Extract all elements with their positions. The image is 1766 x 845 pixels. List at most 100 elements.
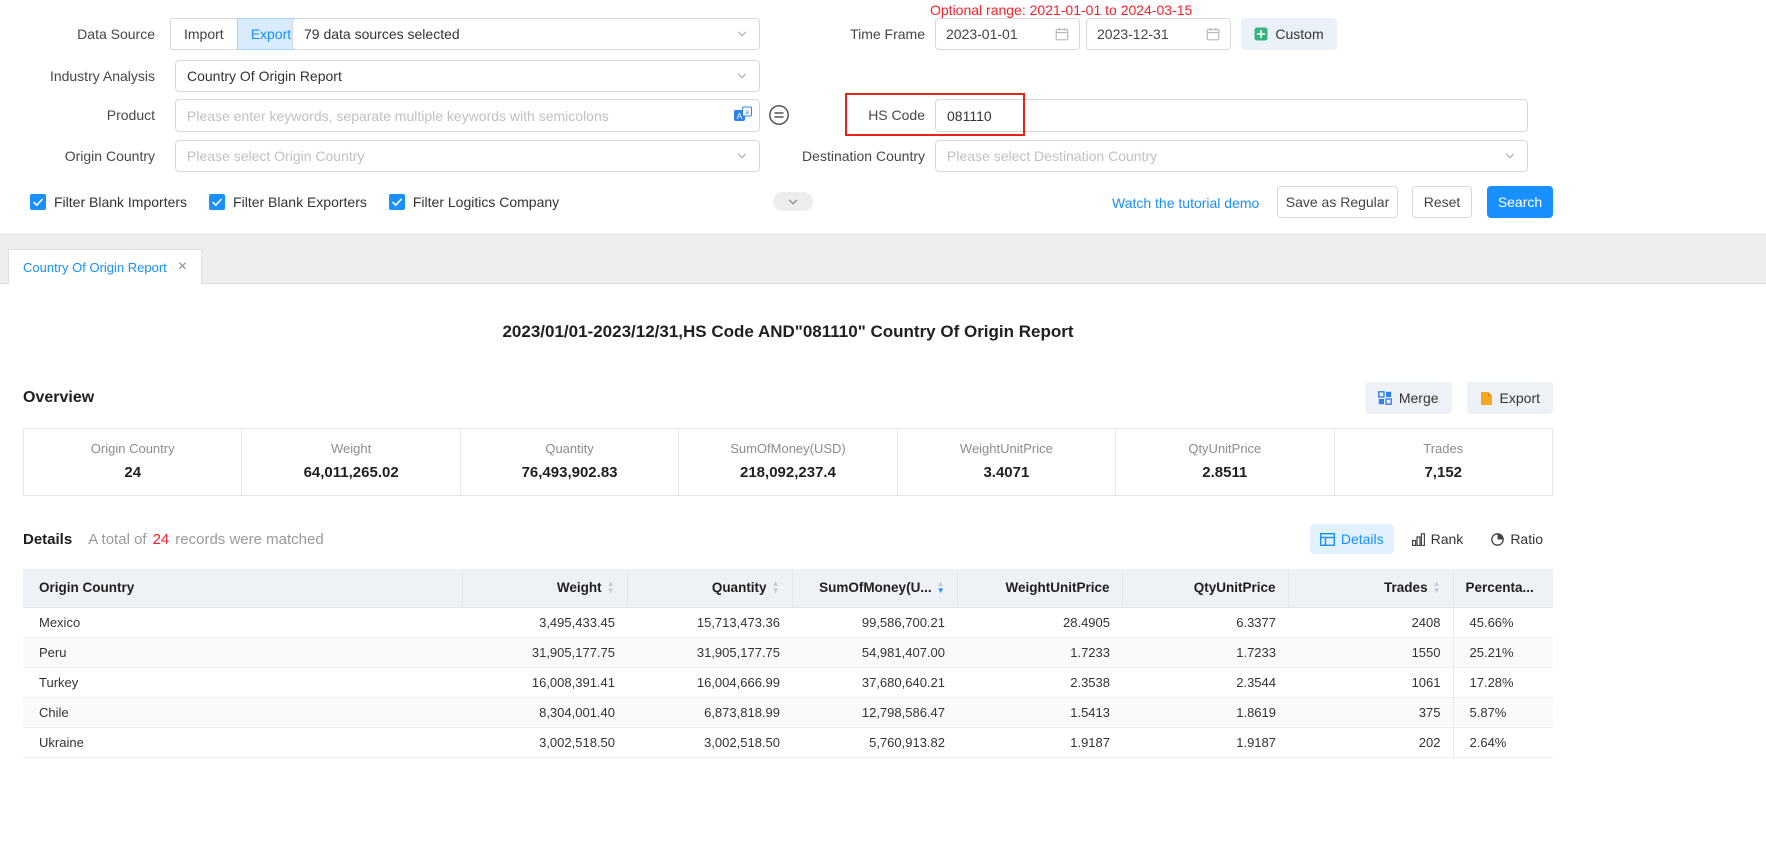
start-date-value: 2023-01-01: [946, 26, 1018, 42]
table-row[interactable]: Ukraine3,002,518.503,002,518.505,760,913…: [23, 727, 1553, 757]
save-as-regular-button[interactable]: Save as Regular: [1277, 186, 1398, 218]
calendar-icon: [1206, 27, 1220, 41]
cell-qty_unit_price: 2.3544: [1122, 667, 1288, 697]
column-header-quantity[interactable]: Quantity▲▼: [627, 569, 792, 607]
end-date-input[interactable]: 2023-12-31: [1086, 18, 1231, 50]
product-keywords-input[interactable]: [175, 99, 760, 132]
select-placeholder: Please select Destination Country: [947, 148, 1157, 164]
overview-stat-weightunitprice: WeightUnitPrice3.4071: [898, 429, 1116, 495]
overview-stat-trades: Trades7,152: [1335, 429, 1552, 495]
translate-icon[interactable]: Aa: [733, 105, 753, 125]
custom-range-button[interactable]: Custom: [1241, 18, 1337, 50]
rank-icon: [1412, 533, 1425, 546]
sort-icon[interactable]: ▲▼: [772, 580, 780, 595]
sort-icon[interactable]: ▲▼: [937, 580, 945, 595]
cell-percentage: 2.64%: [1453, 727, 1553, 757]
cell-origin_country: Ukraine: [23, 727, 462, 757]
ratio-icon: [1491, 533, 1504, 546]
table-row[interactable]: Peru31,905,177.7531,905,177.7554,981,407…: [23, 637, 1553, 667]
import-toggle-button[interactable]: Import: [170, 18, 237, 50]
cell-qty_unit_price: 1.7233: [1122, 637, 1288, 667]
cell-origin_country: Chile: [23, 697, 462, 727]
overview-stat-weight: Weight64,011,265.02: [242, 429, 460, 495]
cell-weight_unit_price: 1.5413: [957, 697, 1122, 727]
column-header-trades[interactable]: Trades▲▼: [1288, 569, 1453, 607]
table-body: Mexico3,495,433.4515,713,473.3699,586,70…: [23, 607, 1553, 757]
cell-sum_of_money: 37,680,640.21: [792, 667, 957, 697]
cell-trades: 2408: [1288, 607, 1453, 637]
report-content: 2023/01/01-2023/12/31,HS Code AND"081110…: [23, 322, 1553, 758]
merge-button[interactable]: Merge: [1365, 382, 1452, 414]
cell-percentage: 17.28%: [1453, 667, 1553, 697]
sort-icon[interactable]: ▲▼: [1433, 580, 1441, 595]
cell-trades: 375: [1288, 697, 1453, 727]
cell-sum_of_money: 99,586,700.21: [792, 607, 957, 637]
reset-button[interactable]: Reset: [1412, 186, 1472, 218]
column-header-origin_country: Origin Country: [23, 569, 462, 607]
data-source-label: Data Source: [0, 18, 155, 50]
column-header-weight_unit_price: WeightUnitPrice: [957, 569, 1122, 607]
search-button[interactable]: Search: [1487, 186, 1553, 218]
cell-weight: 8,304,001.40: [462, 697, 627, 727]
column-header-weight[interactable]: Weight▲▼: [462, 569, 627, 607]
select-placeholder: Please select Origin Country: [187, 148, 364, 164]
close-icon[interactable]: ×: [178, 259, 187, 275]
records-summary: A total of24records were matched: [88, 531, 323, 548]
column-header-qty_unit_price: QtyUnitPrice: [1122, 569, 1288, 607]
filter-checkbox[interactable]: Filter Logitics Company: [389, 194, 559, 210]
start-date-input[interactable]: 2023-01-01: [935, 18, 1080, 50]
data-source-select[interactable]: 79 data sources selected: [292, 18, 760, 50]
svg-text:a: a: [745, 109, 749, 116]
select-value: 79 data sources selected: [304, 26, 460, 42]
cell-qty_unit_price: 1.8619: [1122, 697, 1288, 727]
export-button[interactable]: Export: [1467, 382, 1553, 414]
summary-prefix: A total of: [88, 531, 146, 548]
import-export-toggle: Import Export: [170, 18, 305, 50]
destination-country-select[interactable]: Please select Destination Country: [935, 140, 1528, 172]
table-row[interactable]: Turkey16,008,391.4116,004,666.9937,680,6…: [23, 667, 1553, 697]
overview-heading: Overview: [23, 389, 94, 407]
checkbox-label: Filter Blank Exporters: [233, 194, 367, 210]
stat-label: SumOfMoney(USD): [679, 441, 896, 456]
time-frame-label: Time Frame: [770, 18, 925, 50]
column-header-percentage: Percenta...: [1453, 569, 1553, 607]
hs-code-input-wrap: [935, 99, 1528, 132]
sort-icon[interactable]: ▲▼: [607, 580, 615, 595]
cell-weight_unit_price: 1.9187: [957, 727, 1122, 757]
table-header-row: Origin CountryWeight▲▼Quantity▲▼SumOfMon…: [23, 569, 1553, 607]
view-rank-button[interactable]: Rank: [1402, 524, 1474, 554]
merge-label: Merge: [1399, 390, 1439, 406]
filter-checkbox[interactable]: Filter Blank Importers: [30, 194, 187, 210]
column-header-sum_of_money[interactable]: SumOfMoney(U...▲▼: [792, 569, 957, 607]
origin-country-select[interactable]: Please select Origin Country: [175, 140, 760, 172]
end-date-value: 2023-12-31: [1097, 26, 1169, 42]
filter-checkbox[interactable]: Filter Blank Exporters: [209, 194, 367, 210]
view-details-button[interactable]: Details: [1310, 524, 1394, 554]
cell-weight_unit_price: 1.7233: [957, 637, 1122, 667]
view-ratio-button[interactable]: Ratio: [1481, 524, 1553, 554]
collapse-filters-toggle[interactable]: [773, 192, 813, 211]
tutorial-demo-link[interactable]: Watch the tutorial demo: [1112, 195, 1259, 211]
tab-country-of-origin-report[interactable]: Country Of Origin Report ×: [8, 249, 202, 284]
industry-analysis-select[interactable]: Country Of Origin Report: [175, 60, 760, 92]
table-row[interactable]: Mexico3,495,433.4515,713,473.3699,586,70…: [23, 607, 1553, 637]
select-value: Country Of Origin Report: [187, 68, 342, 84]
report-title: 2023/01/01-2023/12/31,HS Code AND"081110…: [23, 322, 1553, 342]
stat-label: Origin Country: [24, 441, 241, 456]
checkbox-check-icon: [389, 194, 405, 210]
details-heading: Details: [23, 531, 72, 548]
custom-label: Custom: [1275, 26, 1323, 42]
table-row[interactable]: Chile8,304,001.406,873,818.9912,798,586.…: [23, 697, 1553, 727]
hs-code-input[interactable]: [935, 99, 1528, 132]
cell-percentage: 5.87%: [1453, 697, 1553, 727]
cell-sum_of_money: 54,981,407.00: [792, 637, 957, 667]
overview-stat-quantity: Quantity76,493,902.83: [461, 429, 679, 495]
overview-stats: Origin Country 24Weight64,011,265.02Quant…: [23, 428, 1553, 496]
merge-icon: [1378, 391, 1392, 405]
industry-analysis-label: Industry Analysis: [0, 60, 155, 92]
cell-percentage: 25.21%: [1453, 637, 1553, 667]
stat-value: 24: [24, 464, 241, 481]
filter-panel: Optional range: 2021-01-01 to 2024-03-15…: [0, 0, 1766, 233]
details-table-icon: [1320, 533, 1335, 546]
export-label: Export: [1500, 390, 1540, 406]
